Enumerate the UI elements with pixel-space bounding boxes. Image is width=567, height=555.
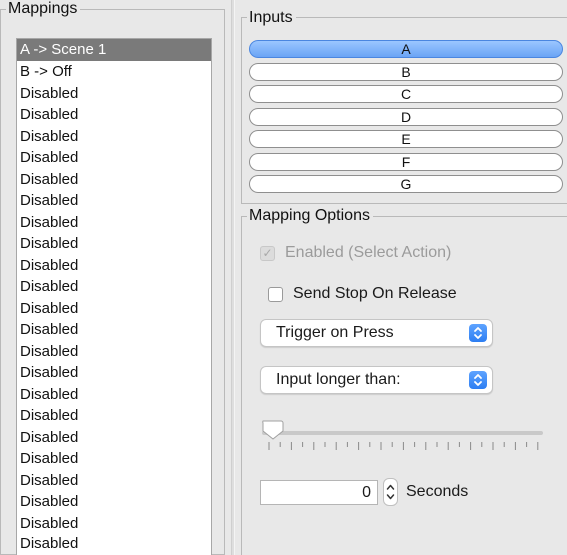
enabled-checkbox-label: Enabled (Select Action) [285, 244, 452, 261]
split-pane-divider[interactable] [231, 0, 235, 555]
mapping-list-item[interactable]: Disabled [17, 276, 211, 298]
up-down-chevron-icon [469, 324, 487, 342]
inputs-list: ABCDEFG [249, 40, 563, 198]
send-stop-label: Send Stop On Release [293, 285, 457, 302]
enabled-checkbox[interactable]: ✓ [260, 245, 275, 261]
mapping-list-item[interactable]: Disabled [17, 513, 211, 535]
send-stop-checkbox[interactable] [268, 286, 283, 302]
mapping-list-item[interactable]: Disabled [17, 405, 211, 427]
mapping-list-item[interactable]: Disabled [17, 427, 211, 449]
mapping-list-item[interactable]: Disabled [17, 384, 211, 406]
input-button-d[interactable]: D [249, 107, 563, 126]
mapping-list-item[interactable]: Disabled [17, 298, 211, 320]
mapping-list-item[interactable]: Disabled [17, 83, 211, 105]
up-down-chevron-icon [469, 371, 487, 389]
stepper-icon[interactable] [383, 478, 398, 506]
input-button-b[interactable]: B [249, 62, 563, 81]
mapping-list-item[interactable]: Disabled [17, 233, 211, 255]
mappings-list[interactable]: A -> Scene 1B -> Off Disabled Disabled Disa… [16, 38, 212, 555]
send-stop-checkbox-row[interactable]: Send Stop On Release [268, 285, 457, 303]
enabled-checkbox-row: ✓ Enabled (Select Action) [260, 244, 451, 262]
mapping-list-item[interactable]: Disabled [17, 319, 211, 341]
input-button-g[interactable]: G [249, 175, 563, 193]
input-button-c[interactable]: C [249, 85, 563, 103]
mapping-list-item[interactable]: Disabled [17, 362, 211, 384]
mapping-list-item[interactable]: A -> Scene 1 [17, 39, 211, 61]
input-button-a[interactable]: A [249, 40, 563, 58]
mapping-list-item[interactable]: Disabled [17, 341, 211, 363]
trigger-select[interactable]: Trigger on Press [260, 319, 493, 347]
mapping-options-title: Mapping Options [247, 207, 373, 225]
input-button-f[interactable]: F [249, 152, 563, 171]
mapping-list-item[interactable]: Disabled [17, 126, 211, 148]
seconds-input[interactable]: 0 [260, 480, 378, 505]
mapping-list-item[interactable]: Disabled [17, 534, 211, 552]
duration-slider-ticks [268, 442, 539, 450]
duration-slider-thumb[interactable] [261, 419, 287, 443]
mapping-list-item[interactable]: Disabled [17, 104, 211, 126]
mapping-list-item[interactable]: Disabled [17, 255, 211, 277]
mappings-title: Mappings [6, 0, 81, 18]
mapping-list-item[interactable]: Disabled [17, 470, 211, 492]
seconds-label: Seconds [406, 483, 469, 500]
duration-select-value: Input longer than: [276, 371, 401, 388]
inputs-title: Inputs [247, 9, 296, 27]
input-button-e[interactable]: E [249, 130, 563, 148]
mapping-list-item[interactable]: Disabled [17, 190, 211, 212]
mapping-list-item[interactable]: Disabled [17, 491, 211, 513]
mapping-list-item[interactable]: Disabled [17, 169, 211, 191]
mapping-list-item[interactable]: B -> Off [17, 61, 211, 83]
checkmark-icon: ✓ [262, 246, 273, 260]
trigger-select-value: Trigger on Press [276, 324, 394, 341]
mapping-list-item[interactable]: Disabled [17, 448, 211, 470]
duration-select[interactable]: Input longer than: [260, 366, 493, 394]
duration-slider-track[interactable] [262, 431, 543, 435]
mapping-list-item[interactable]: Disabled [17, 212, 211, 234]
mapping-list-item[interactable]: Disabled [17, 147, 211, 169]
